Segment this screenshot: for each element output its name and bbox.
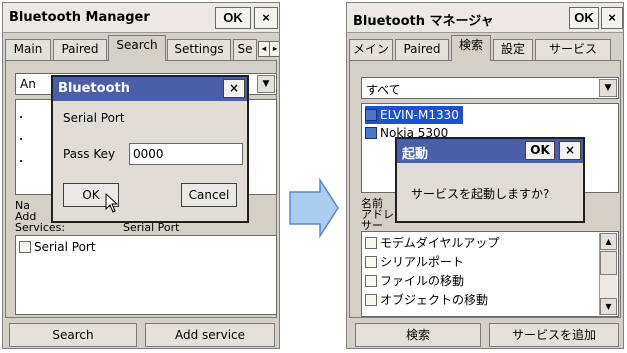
add-service-button[interactable]: サービスを追加 <box>489 323 619 347</box>
window-title: Bluetooth Manager <box>9 10 150 25</box>
passkey-input[interactable]: 0000 <box>129 143 243 165</box>
device-icon <box>365 109 377 121</box>
dialog-title-bar: 起動 OK × <box>397 139 583 163</box>
scroll-thumb[interactable] <box>600 251 617 275</box>
service-list[interactable]: Serial Port <box>15 235 277 315</box>
tab-settings[interactable]: 設定 <box>493 39 533 60</box>
list-item[interactable]: シリアルポート <box>365 253 464 271</box>
device-filter-select[interactable]: すべて ▼ <box>361 77 619 99</box>
dialog-close-button[interactable]: × <box>559 141 581 160</box>
dialog-title: Bluetooth <box>58 81 130 96</box>
tab-main[interactable]: メイン <box>349 39 393 60</box>
dialog-title-bar: Bluetooth × <box>53 77 247 101</box>
serial-port-icon <box>365 256 377 268</box>
dialog-close-button[interactable]: × <box>223 79 245 98</box>
tab-services[interactable]: サービス <box>535 39 611 60</box>
tab-search[interactable]: 検索 <box>451 35 491 61</box>
service-label: オブジェクトの移動 <box>380 293 489 307</box>
title-bar: Bluetooth Manager OK × <box>3 3 279 33</box>
list-item[interactable]: オブジェクトの移動 <box>365 291 488 309</box>
tab-scroll-right-icon[interactable]: ▸ <box>269 41 279 57</box>
tab-strip: Main Paired Search Settings Se ◂ ▸ <box>3 35 279 61</box>
device-filter-value: An <box>20 77 36 91</box>
serial-port-icon <box>19 241 31 253</box>
passkey-label: Pass Key <box>63 147 116 161</box>
service-label: ファイルの移動 <box>380 274 465 288</box>
list-item[interactable]: モデムダイヤルアップ <box>365 234 499 252</box>
title-bar: Bluetooth マネージャ OK × <box>347 3 623 33</box>
tab-settings[interactable]: Settings <box>167 39 231 60</box>
bluetooth-manager-window-en: Bluetooth Manager OK × Main Paired Searc… <box>2 2 280 349</box>
dialog-ok-button[interactable]: OK <box>525 141 555 160</box>
device-label: ELVIN-M1330 <box>380 108 459 122</box>
list-item[interactable]: Serial Port <box>19 238 96 256</box>
dialog-title: 起動 <box>402 147 429 162</box>
chevron-down-icon[interactable]: ▼ <box>599 79 617 97</box>
search-button[interactable]: Search <box>9 323 137 347</box>
service-label: Serial Port <box>34 240 96 254</box>
modem-icon <box>365 237 377 249</box>
list-item[interactable]: ファイルの移動 <box>365 272 464 290</box>
close-button[interactable]: × <box>254 7 278 29</box>
service-list[interactable]: モデムダイヤルアップ シリアルポート ファイルの移動 オブジェクトの移動 ▲ ▼ <box>361 231 619 317</box>
object-push-icon <box>365 294 377 306</box>
mouse-pointer-icon <box>105 193 119 213</box>
passkey-dialog: Bluetooth × Serial Port Pass Key 0000 OK… <box>51 75 249 223</box>
tab-strip: メイン Paired 検索 設定 サービス <box>347 35 623 61</box>
window-title: Bluetooth マネージャ <box>353 14 494 29</box>
device-icon <box>365 127 377 139</box>
device-icon <box>20 116 22 118</box>
tab-paired[interactable]: Paired <box>395 39 449 60</box>
dialog-message: サービスを起動しますか? <box>411 187 550 201</box>
service-label: モデムダイヤルアップ <box>380 236 500 250</box>
close-button[interactable]: × <box>601 7 623 29</box>
tab-search[interactable]: Search <box>108 35 166 61</box>
service-label: シリアルポート <box>380 255 464 269</box>
scroll-down-icon[interactable]: ▼ <box>600 298 617 315</box>
ok-button[interactable]: OK <box>215 7 251 29</box>
ok-button[interactable]: OK <box>569 7 599 29</box>
right-arrow-icon <box>289 177 339 239</box>
device-icon <box>20 160 22 162</box>
service-list-scrollbar[interactable]: ▲ ▼ <box>599 233 617 315</box>
start-service-dialog: 起動 OK × サービスを起動しますか? <box>395 137 585 223</box>
scroll-up-icon[interactable]: ▲ <box>600 233 617 250</box>
tab-services-truncated[interactable]: Se <box>233 39 257 60</box>
dialog-cancel-button[interactable]: Cancel <box>181 183 237 207</box>
device-filter-value: すべて <box>366 83 401 97</box>
tab-main[interactable]: Main <box>5 39 51 60</box>
chevron-down-icon[interactable]: ▼ <box>257 75 275 93</box>
bluetooth-manager-window-ja: Bluetooth マネージャ OK × メイン Paired 検索 設定 サー… <box>346 2 624 349</box>
file-transfer-icon <box>365 275 377 287</box>
device-icon <box>20 138 22 140</box>
list-item-selected[interactable]: ELVIN-M1330 <box>365 106 463 124</box>
add-service-button[interactable]: Add service <box>145 323 275 347</box>
tab-paired[interactable]: Paired <box>53 39 107 60</box>
search-button[interactable]: 検索 <box>355 323 481 347</box>
dialog-service-name: Serial Port <box>63 111 125 125</box>
